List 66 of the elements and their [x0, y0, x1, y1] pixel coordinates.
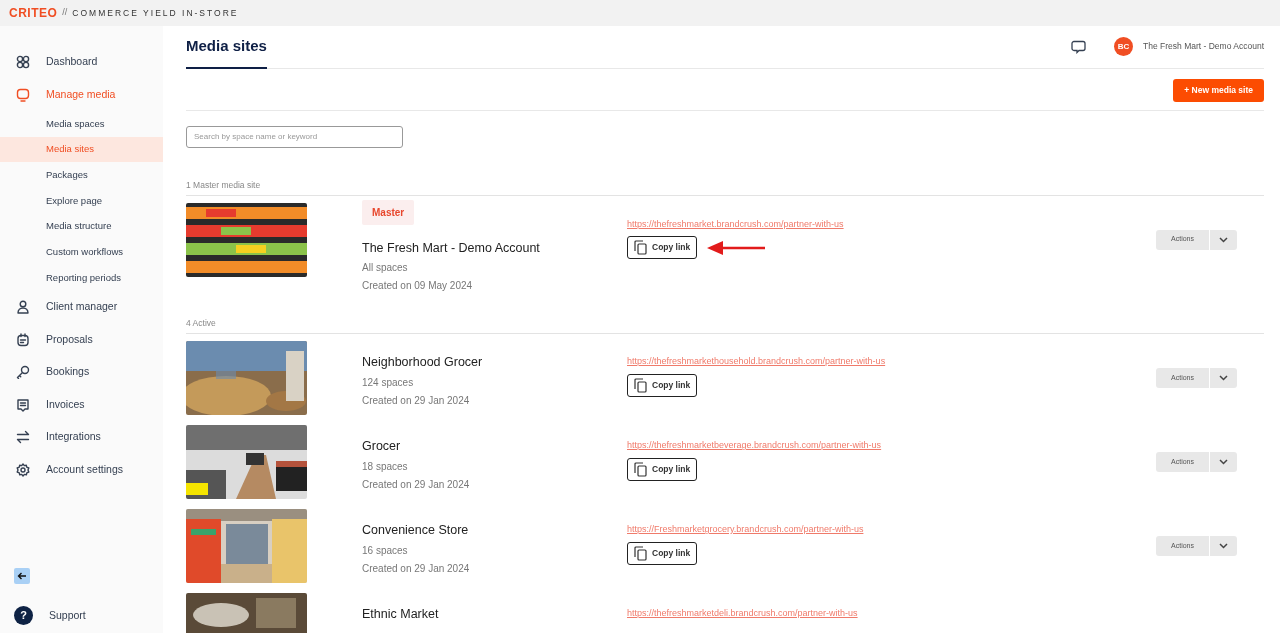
- created-date: Created on 29 Jan 2024: [362, 561, 471, 576]
- copy-icon: [634, 545, 647, 561]
- submenu-item[interactable]: Custom workflows: [0, 239, 163, 266]
- created-date: Created on 09 May 2024: [362, 279, 474, 294]
- notepad-icon: [16, 332, 30, 347]
- avatar[interactable]: BC: [1114, 37, 1134, 56]
- submenu-item[interactable]: Explore page: [0, 188, 163, 214]
- sidebar-item[interactable]: Manage media: [0, 78, 163, 111]
- settings-icon: [16, 462, 30, 477]
- site-name: The Fresh Mart - Demo Account: [362, 239, 541, 257]
- sidebar-item[interactable]: Bookings: [0, 355, 163, 389]
- sidebar-item[interactable]: Invoices: [0, 388, 163, 421]
- sidebar-item[interactable]: Dashboard: [0, 46, 163, 79]
- copy-link-button[interactable]: Copy link: [627, 236, 698, 259]
- site-name: Neighborhood Grocer: [362, 354, 484, 371]
- created-date: Created on 29 Jan 2024: [362, 393, 471, 408]
- person-icon: [16, 300, 30, 315]
- master-badge: Master: [362, 199, 415, 225]
- copy-icon: [634, 461, 647, 477]
- space-count: 124 spaces: [362, 375, 415, 390]
- created-date: Created on 29 Jan 2024: [362, 477, 471, 492]
- monitor-icon: [16, 87, 30, 102]
- receipt-icon: [16, 397, 30, 412]
- space-count: All spaces: [362, 261, 409, 276]
- site-name: Convenience Store: [362, 522, 470, 539]
- dropdown-toggle-button[interactable]: [1209, 452, 1237, 472]
- submenu-item[interactable]: Packages: [0, 162, 163, 189]
- space-count: 18 spaces: [362, 459, 409, 474]
- chevron-down-icon: [1219, 459, 1228, 465]
- logo: CRITEO: [9, 5, 58, 22]
- copy-link-button[interactable]: Copy link: [627, 373, 698, 397]
- submenu-item[interactable]: Reporting periods: [0, 265, 163, 291]
- sidebar-item[interactable]: Account settings: [0, 453, 163, 486]
- chevron-down-icon: [1219, 375, 1228, 381]
- chat-icon[interactable]: [1071, 39, 1087, 54]
- site-name: Grocer: [362, 438, 402, 455]
- separator: //: [62, 6, 68, 20]
- space-count: 16 spaces: [362, 543, 409, 558]
- page-title-tab[interactable]: Media sites: [186, 34, 267, 69]
- sidebar-item[interactable]: Proposals: [0, 323, 163, 356]
- section-heading: 4 Active: [186, 317, 1264, 334]
- sidebar-item[interactable]: Client manager: [0, 290, 163, 324]
- sidebar-item[interactable]: Integrations: [0, 420, 163, 454]
- copy-link-button[interactable]: Copy link: [627, 541, 698, 565]
- collapse-button[interactable]: [14, 568, 30, 584]
- copy-icon: [634, 377, 647, 393]
- chevron-down-icon: [1219, 543, 1228, 549]
- submenu-item[interactable]: Media spaces: [0, 111, 163, 137]
- help-icon[interactable]: ?: [14, 606, 33, 625]
- copy-icon: [634, 240, 647, 255]
- key-icon: [16, 365, 30, 380]
- grid-icon: [16, 55, 30, 70]
- dropdown-toggle-button[interactable]: [1209, 536, 1237, 556]
- search-field[interactable]: Search by space name or keyword: [186, 125, 403, 148]
- copy-link-button[interactable]: Copy link: [627, 457, 698, 481]
- back-arrow-icon: [17, 571, 27, 581]
- arrows-icon: [16, 430, 30, 445]
- dropdown-toggle-button[interactable]: [1209, 229, 1237, 250]
- chevron-down-icon: [1219, 236, 1228, 243]
- support-link[interactable]: Support: [49, 607, 86, 624]
- dropdown-toggle-button[interactable]: [1209, 368, 1237, 388]
- submenu-item[interactable]: Media structure: [0, 213, 163, 240]
- product-name: COMMERCE YIELD IN-STORE: [72, 6, 239, 20]
- site-name: Ethnic Market: [362, 606, 440, 623]
- account-name: The Fresh Mart - Demo Account: [1143, 40, 1264, 53]
- section-heading: 1 Master media site: [186, 178, 1264, 196]
